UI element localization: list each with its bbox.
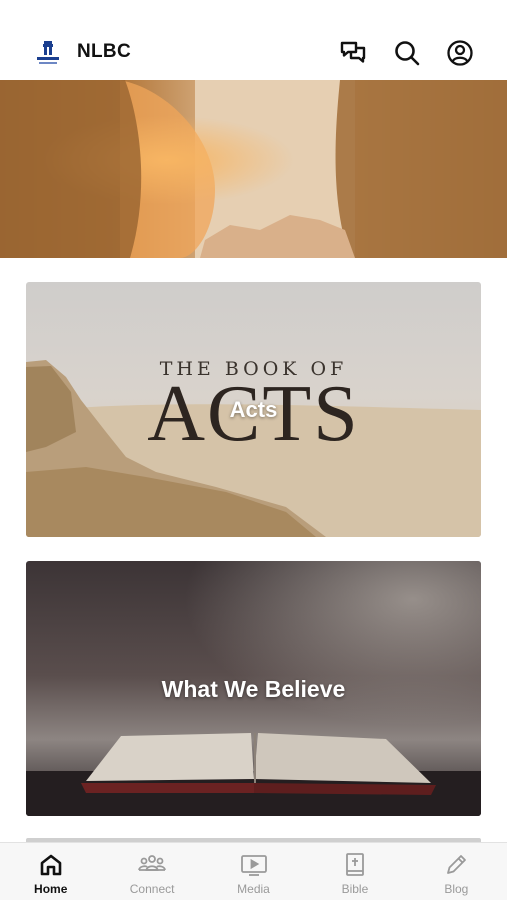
tab-blog[interactable]: Blog xyxy=(406,843,507,900)
tab-label: Bible xyxy=(341,882,369,896)
app-title: NLBC xyxy=(77,41,131,62)
acts-series-card[interactable]: THE BOOK OF ACTS Acts xyxy=(26,282,481,537)
what-we-believe-card[interactable]: What We Believe xyxy=(26,561,481,816)
pencil-icon xyxy=(441,851,471,879)
home-icon xyxy=(36,851,66,879)
bible-icon xyxy=(340,851,370,879)
status-bar xyxy=(0,0,507,26)
card-label: Acts xyxy=(229,397,278,422)
chat-bubbles-icon xyxy=(340,41,366,63)
hero-banner-image[interactable] xyxy=(0,80,507,258)
account-circle-icon xyxy=(447,40,473,66)
card-label: What We Believe xyxy=(161,676,346,702)
tab-connect[interactable]: Connect xyxy=(101,843,202,900)
media-play-icon xyxy=(239,851,269,879)
tab-label: Connect xyxy=(129,882,175,896)
search-button[interactable] xyxy=(391,37,423,69)
tab-media[interactable]: Media xyxy=(203,843,304,900)
people-icon xyxy=(137,851,167,879)
tab-label: Blog xyxy=(444,882,469,896)
church-logo-icon[interactable] xyxy=(34,39,62,67)
account-button[interactable] xyxy=(444,37,476,69)
tab-label: Home xyxy=(34,882,68,896)
search-icon xyxy=(395,41,420,66)
bottom-tab-bar: Home Connect Media Bible Blog xyxy=(0,842,507,900)
tab-home[interactable]: Home xyxy=(0,843,101,900)
tab-bible[interactable]: Bible xyxy=(304,843,405,900)
tab-label: Media xyxy=(237,882,270,896)
app-header: NLBC xyxy=(0,26,507,80)
chat-button[interactable] xyxy=(337,37,369,69)
